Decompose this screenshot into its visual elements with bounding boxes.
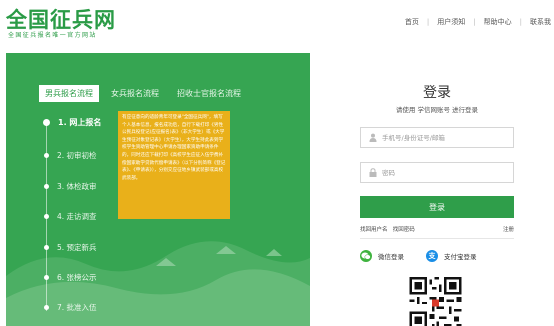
user-icon bbox=[369, 133, 377, 142]
login-button[interactable]: 登录 bbox=[360, 196, 514, 218]
tab-male-enlistment[interactable]: 男兵报名流程 bbox=[39, 85, 99, 102]
step-label: 6. 张榜公示 bbox=[57, 273, 97, 282]
alipay-icon: 支 bbox=[426, 250, 438, 262]
site-header: 全国征兵网 全国征兵报名唯一官方网站 首页 | 用户须知 | 帮助中心 | 联系… bbox=[0, 0, 554, 46]
step-label: 3. 体检政审 bbox=[57, 182, 97, 191]
alipay-login-label: 支付宝登录 bbox=[444, 253, 477, 261]
step-label: 7. 批准入伍 bbox=[57, 303, 97, 312]
step-label: 5. 预定新兵 bbox=[57, 243, 97, 252]
site-logo-subtitle: 全国征兵报名唯一官方网站 bbox=[8, 32, 97, 39]
nav-separator: | bbox=[473, 18, 476, 26]
step-public-notice[interactable]: 6. 张榜公示 bbox=[42, 272, 97, 283]
wechat-icon bbox=[360, 250, 372, 262]
nav-help-link[interactable]: 帮助中心 bbox=[481, 17, 515, 27]
flow-tabs: 男兵报名流程 女兵报名流程 招收士官报名流程 bbox=[39, 85, 253, 102]
login-subtitle: 请使用 学信网账号 进行登录 bbox=[395, 106, 479, 114]
password-input[interactable] bbox=[382, 168, 512, 177]
login-divider bbox=[360, 238, 514, 239]
enlistment-flow-panel: 男兵报名流程 女兵报名流程 招收士官报名流程 1. 网上报名 2. 初审初检 3… bbox=[6, 53, 310, 326]
flow-steps: 1. 网上报名 2. 初审初检 3. 体检政审 4. 走访调查 5. 预定新兵 … bbox=[42, 113, 114, 313]
step-approval-enlistment[interactable]: 7. 批准入伍 bbox=[42, 302, 97, 313]
wechat-login-label: 微信登录 bbox=[378, 253, 404, 261]
qr-code-image[interactable] bbox=[408, 277, 463, 326]
step-label: 2. 初审初检 bbox=[57, 151, 97, 160]
password-field[interactable] bbox=[360, 162, 514, 183]
link-separator bbox=[389, 227, 391, 233]
nav-home-link[interactable]: 首页 bbox=[402, 17, 422, 27]
lock-icon bbox=[369, 168, 377, 177]
step-online-registration[interactable]: 1. 网上报名 bbox=[42, 117, 101, 128]
step-dot-icon bbox=[44, 184, 49, 189]
nav-separator: | bbox=[519, 18, 522, 26]
tab-nco-enlistment[interactable]: 招收士官报名流程 bbox=[171, 85, 247, 102]
step-dot-icon bbox=[44, 153, 49, 158]
login-title: 登录 bbox=[423, 85, 451, 101]
find-password-link[interactable]: 找回密码 bbox=[393, 227, 415, 233]
step-recruit-selection[interactable]: 5. 预定新兵 bbox=[42, 242, 97, 253]
step-label: 1. 网上报名 bbox=[58, 118, 102, 127]
alipay-login-option[interactable]: 支 支付宝登录 bbox=[426, 250, 477, 262]
account-links: 找回用户名 找回密码 注册 bbox=[360, 225, 514, 233]
step-dot-icon bbox=[44, 305, 49, 310]
step-dot-icon bbox=[44, 245, 49, 250]
login-panel: 登录 请使用 学信网账号 进行登录 登录 找回用户名 找回密码 注册 微信登录 … bbox=[310, 53, 554, 326]
wechat-login-option[interactable]: 微信登录 bbox=[360, 250, 404, 262]
step-visit-investigation[interactable]: 4. 走访调查 bbox=[42, 211, 97, 222]
step-medical-political-review[interactable]: 3. 体检政审 bbox=[42, 181, 97, 192]
username-input[interactable] bbox=[382, 133, 512, 142]
step-dot-icon bbox=[44, 275, 49, 280]
username-field[interactable] bbox=[360, 127, 514, 148]
nav-separator: | bbox=[426, 18, 430, 26]
step-label: 4. 走访调查 bbox=[57, 212, 97, 221]
top-nav: 首页 | 用户须知 | 帮助中心 | 联系我 bbox=[402, 17, 554, 27]
register-link[interactable]: 注册 bbox=[503, 225, 514, 233]
nav-user-notice-link[interactable]: 用户须知 bbox=[434, 17, 468, 27]
step-dot-icon bbox=[43, 119, 50, 126]
tab-female-enlistment[interactable]: 女兵报名流程 bbox=[105, 85, 165, 102]
nav-contact-link[interactable]: 联系我 bbox=[527, 17, 554, 27]
step-initial-review[interactable]: 2. 初审初检 bbox=[42, 150, 97, 161]
step-description-box: 有应征意向的适龄青年可登录"全国征兵网"，填写个人基本信息，报名成功后，自行下载… bbox=[118, 111, 230, 219]
step-dot-icon bbox=[44, 214, 49, 219]
find-username-link[interactable]: 找回用户名 bbox=[360, 227, 388, 233]
